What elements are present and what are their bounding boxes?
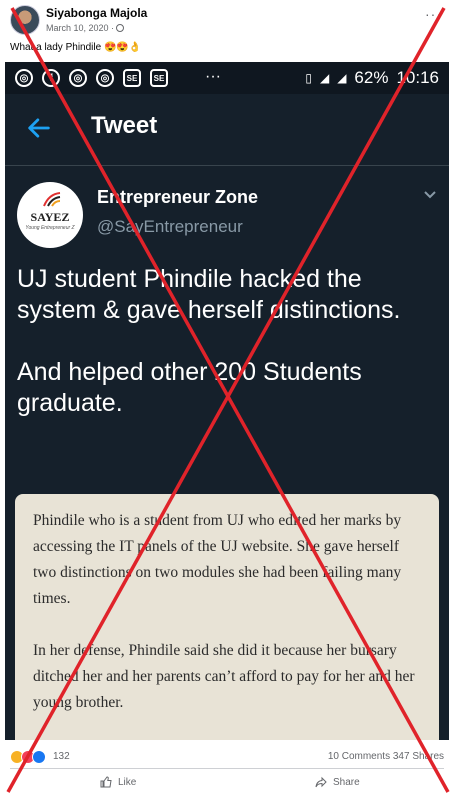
share-icon bbox=[315, 776, 327, 788]
notification-icons: ◎ f ◎ ◎ SE SE bbox=[15, 69, 168, 87]
avatar-logo-text: SAYEZ bbox=[30, 210, 70, 224]
tweet-line: And helped other 200 Students graduate. bbox=[17, 358, 362, 417]
status-right: ▯ ◢ ◢ 62% 10:16 bbox=[305, 68, 439, 88]
vibrate-icon: ▯ bbox=[305, 71, 312, 85]
post-date[interactable]: March 10, 2020 · bbox=[46, 23, 125, 33]
clock: 10:16 bbox=[396, 68, 439, 87]
facebook-icon: f bbox=[42, 69, 60, 87]
tweet-body: UJ student Phindile hacked the system & … bbox=[17, 264, 437, 450]
share-label: Share bbox=[333, 776, 360, 788]
post-author-name[interactable]: Siyabonga Majola bbox=[46, 6, 147, 20]
news-paragraph: Phindile who is a student from UJ who ed… bbox=[33, 512, 402, 607]
attached-image[interactable]: Phindile who is a student from UJ who ed… bbox=[15, 494, 439, 740]
like-button[interactable]: Like bbox=[100, 776, 136, 788]
author-avatar[interactable]: SAYEZ Young Entrepreneur Z bbox=[17, 182, 83, 248]
tweet-line: UJ student Phindile hacked the system & … bbox=[17, 265, 401, 324]
tweet-author-name[interactable]: Entrepreneur Zone bbox=[97, 187, 258, 208]
avatar[interactable] bbox=[10, 5, 40, 35]
reaction-icons[interactable] bbox=[10, 750, 46, 764]
signal-icon: ◢ bbox=[319, 71, 330, 85]
more-options-button[interactable]: ··· bbox=[425, 6, 442, 22]
news-paragraph: In her defense, Phindile said she did it… bbox=[33, 642, 415, 711]
chevron-down-icon[interactable] bbox=[423, 190, 437, 200]
tweet-author-handle[interactable]: @SayEntrepreneur bbox=[97, 217, 243, 237]
reactions-bar: 132 10 Comments 347 Shares bbox=[0, 742, 454, 770]
share-button[interactable]: Share bbox=[315, 776, 360, 788]
divider bbox=[10, 768, 444, 769]
post-date-text: March 10, 2020 · bbox=[46, 23, 115, 33]
twitter-top-bar: Tweet bbox=[5, 94, 449, 166]
globe-icon bbox=[116, 24, 125, 32]
page-title: Tweet bbox=[91, 112, 158, 139]
status-bar: ◎ f ◎ ◎ SE SE ··· ▯ ◢ ◢ 62% 10:16 bbox=[5, 62, 449, 94]
comments-shares-count[interactable]: 10 Comments 347 Shares bbox=[328, 751, 444, 762]
reaction-count[interactable]: 132 bbox=[53, 751, 70, 762]
signal-icon: ◢ bbox=[337, 71, 347, 85]
thumbs-up-icon bbox=[100, 776, 112, 788]
like-label: Like bbox=[118, 776, 137, 788]
back-arrow-icon[interactable] bbox=[25, 114, 53, 142]
like-reaction-icon bbox=[32, 750, 46, 764]
se-icon: SE bbox=[150, 69, 168, 87]
avatar-logo-subtext: Young Entrepreneur Z bbox=[25, 225, 75, 231]
sayez-logo-icon bbox=[43, 192, 61, 207]
chrome-icon: ◎ bbox=[69, 69, 87, 87]
chrome-icon: ◎ bbox=[15, 69, 33, 87]
post-caption: What a lady Phindile 😍😍👌 bbox=[10, 42, 142, 53]
fb-post-header: Siyabonga Majola March 10, 2020 · ··· Wh… bbox=[0, 0, 454, 62]
more-notifications-icon: ··· bbox=[205, 68, 221, 85]
se-icon: SE bbox=[123, 69, 141, 87]
chrome-icon: ◎ bbox=[96, 69, 114, 87]
battery-level: 62% bbox=[354, 68, 389, 87]
tweet-screenshot[interactable]: ◎ f ◎ ◎ SE SE ··· ▯ ◢ ◢ 62% 10:16 Tweet … bbox=[5, 62, 449, 740]
